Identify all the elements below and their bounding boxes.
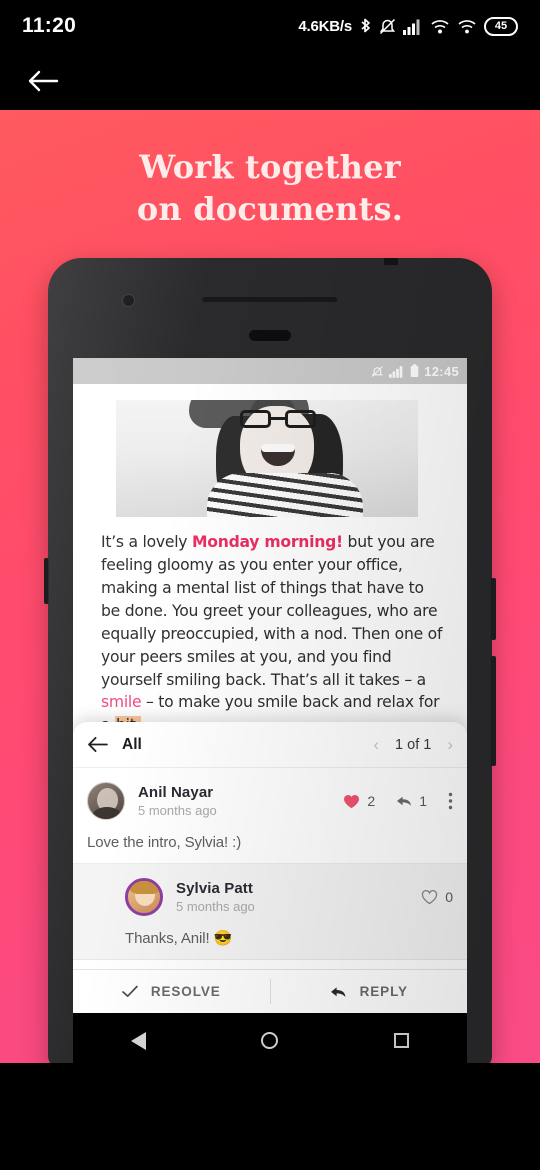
comment-header: Anil Nayar 5 months ago 2 1 xyxy=(87,782,453,820)
comment-meta: 2 1 xyxy=(343,792,453,810)
headline-line-2: on documents. xyxy=(136,190,404,229)
status-icons: 4.6KB/s 45 xyxy=(298,16,518,36)
back-nav-icon[interactable] xyxy=(130,1031,146,1050)
earpiece-grille xyxy=(202,297,338,302)
app-bar xyxy=(0,52,540,110)
back-arrow-icon[interactable] xyxy=(26,68,60,94)
sheet-back-icon[interactable] xyxy=(87,736,108,753)
comment-author: Anil Nayar xyxy=(138,784,214,801)
check-icon xyxy=(122,985,138,998)
comment-pager: ‹ 1 of 1 › xyxy=(373,736,453,753)
photo-teeth xyxy=(260,444,295,452)
comment-sheet-header: All ‹ 1 of 1 › xyxy=(73,722,467,768)
comment-time: 5 months ago xyxy=(138,803,217,818)
wifi-calling-icon xyxy=(430,18,450,35)
home-nav-icon[interactable] xyxy=(261,1032,279,1049)
battery-icon: 45 xyxy=(484,16,518,36)
phone-mockup: 12:45 It’s a lovely Monday morning! but … xyxy=(44,258,496,1063)
network-speed-label: 4.6KB/s xyxy=(298,17,352,35)
comment-reply-item: Sylvia Patt 5 months ago 0 Thanks, Anil!… xyxy=(73,864,467,960)
cellular-signal-icon xyxy=(403,18,423,35)
pager-label: 1 of 1 xyxy=(395,736,432,753)
inner-signal-icon xyxy=(389,365,405,378)
promo-area: Work together on documents. 12:45 It’s a… xyxy=(0,110,540,1063)
volume-button[interactable] xyxy=(491,578,496,640)
inner-clock: 12:45 xyxy=(424,363,459,379)
screen: 11:20 4.6KB/s 45 Work together on docume… xyxy=(0,0,540,1170)
wifi-icon xyxy=(457,18,477,35)
os-status-bar: 11:20 4.6KB/s 45 xyxy=(0,0,540,52)
reply-author: Sylvia Patt xyxy=(176,880,253,897)
speaker-slot xyxy=(249,330,291,341)
photo-striped-shirt xyxy=(206,473,363,517)
android-nav-bar xyxy=(73,1013,467,1063)
highlight-monday-morning: Monday morning! xyxy=(191,533,343,551)
status-clock: 11:20 xyxy=(22,14,77,37)
resolve-label: RESOLVE xyxy=(150,984,221,999)
photo-glasses xyxy=(239,410,316,428)
inner-battery-icon xyxy=(410,364,419,378)
inner-status-bar: 12:45 xyxy=(73,358,467,384)
reply-like-count: 0 xyxy=(445,889,453,905)
comment-author-block: Anil Nayar 5 months ago xyxy=(138,784,217,818)
front-camera-icon xyxy=(122,294,135,307)
document-photo xyxy=(116,400,418,517)
reply-arrow-icon[interactable] xyxy=(396,794,412,808)
paragraph-part-2: but you are feeling gloomy as you enter … xyxy=(101,533,443,689)
like-count: 2 xyxy=(367,793,376,809)
paragraph-part-1: It’s a lovely xyxy=(101,533,192,551)
reply-icon xyxy=(330,985,347,999)
comment-item: Anil Nayar 5 months ago 2 1 Love the int… xyxy=(73,768,467,864)
recents-nav-icon[interactable] xyxy=(394,1033,410,1048)
pager-next-icon[interactable]: › xyxy=(447,736,453,753)
avatar xyxy=(125,878,163,916)
battery-level-label: 45 xyxy=(494,20,508,32)
avatar xyxy=(87,782,125,820)
page-title: Work together on documents. xyxy=(0,146,540,230)
heart-outline-icon[interactable] xyxy=(421,889,438,905)
reply-time: 5 months ago xyxy=(176,899,255,914)
document-view: It’s a lovely Monday morning! but you ar… xyxy=(73,400,467,738)
document-paragraph: It’s a lovely Monday morning! but you ar… xyxy=(101,531,445,737)
reply-button[interactable]: REPLY xyxy=(271,970,468,1013)
reply-author-block: Sylvia Patt 5 months ago xyxy=(176,880,255,914)
comment-body: Love the intro, Sylvia! :) xyxy=(87,834,242,851)
phone-antenna-mark xyxy=(384,258,398,265)
comment-sheet: All ‹ 1 of 1 › Anil Nayar 5 months ago 2… xyxy=(73,722,467,1013)
more-options-icon[interactable] xyxy=(448,792,453,810)
comment-filter-label[interactable]: All xyxy=(122,736,142,754)
comment-actions: RESOLVE REPLY xyxy=(73,969,467,1013)
bluetooth-icon xyxy=(359,17,372,36)
phone-screen: 12:45 It’s a lovely Monday morning! but … xyxy=(73,358,467,1013)
reply-body: Thanks, Anil! 😎 xyxy=(125,930,233,947)
reply-meta: 0 xyxy=(421,889,453,905)
pager-prev-icon[interactable]: ‹ xyxy=(373,736,379,753)
mute-icon xyxy=(379,17,396,36)
reply-count: 1 xyxy=(419,793,427,809)
heart-filled-icon[interactable] xyxy=(343,794,360,809)
side-button-left[interactable] xyxy=(44,558,49,604)
reply-header: Sylvia Patt 5 months ago 0 xyxy=(125,878,453,916)
reply-label: REPLY xyxy=(359,984,408,999)
headline-line-1: Work together xyxy=(139,148,401,186)
resolve-button[interactable]: RESOLVE xyxy=(73,970,270,1013)
highlight-smile: smile xyxy=(101,693,142,712)
inner-mute-icon xyxy=(371,365,384,378)
power-button[interactable] xyxy=(491,656,496,766)
